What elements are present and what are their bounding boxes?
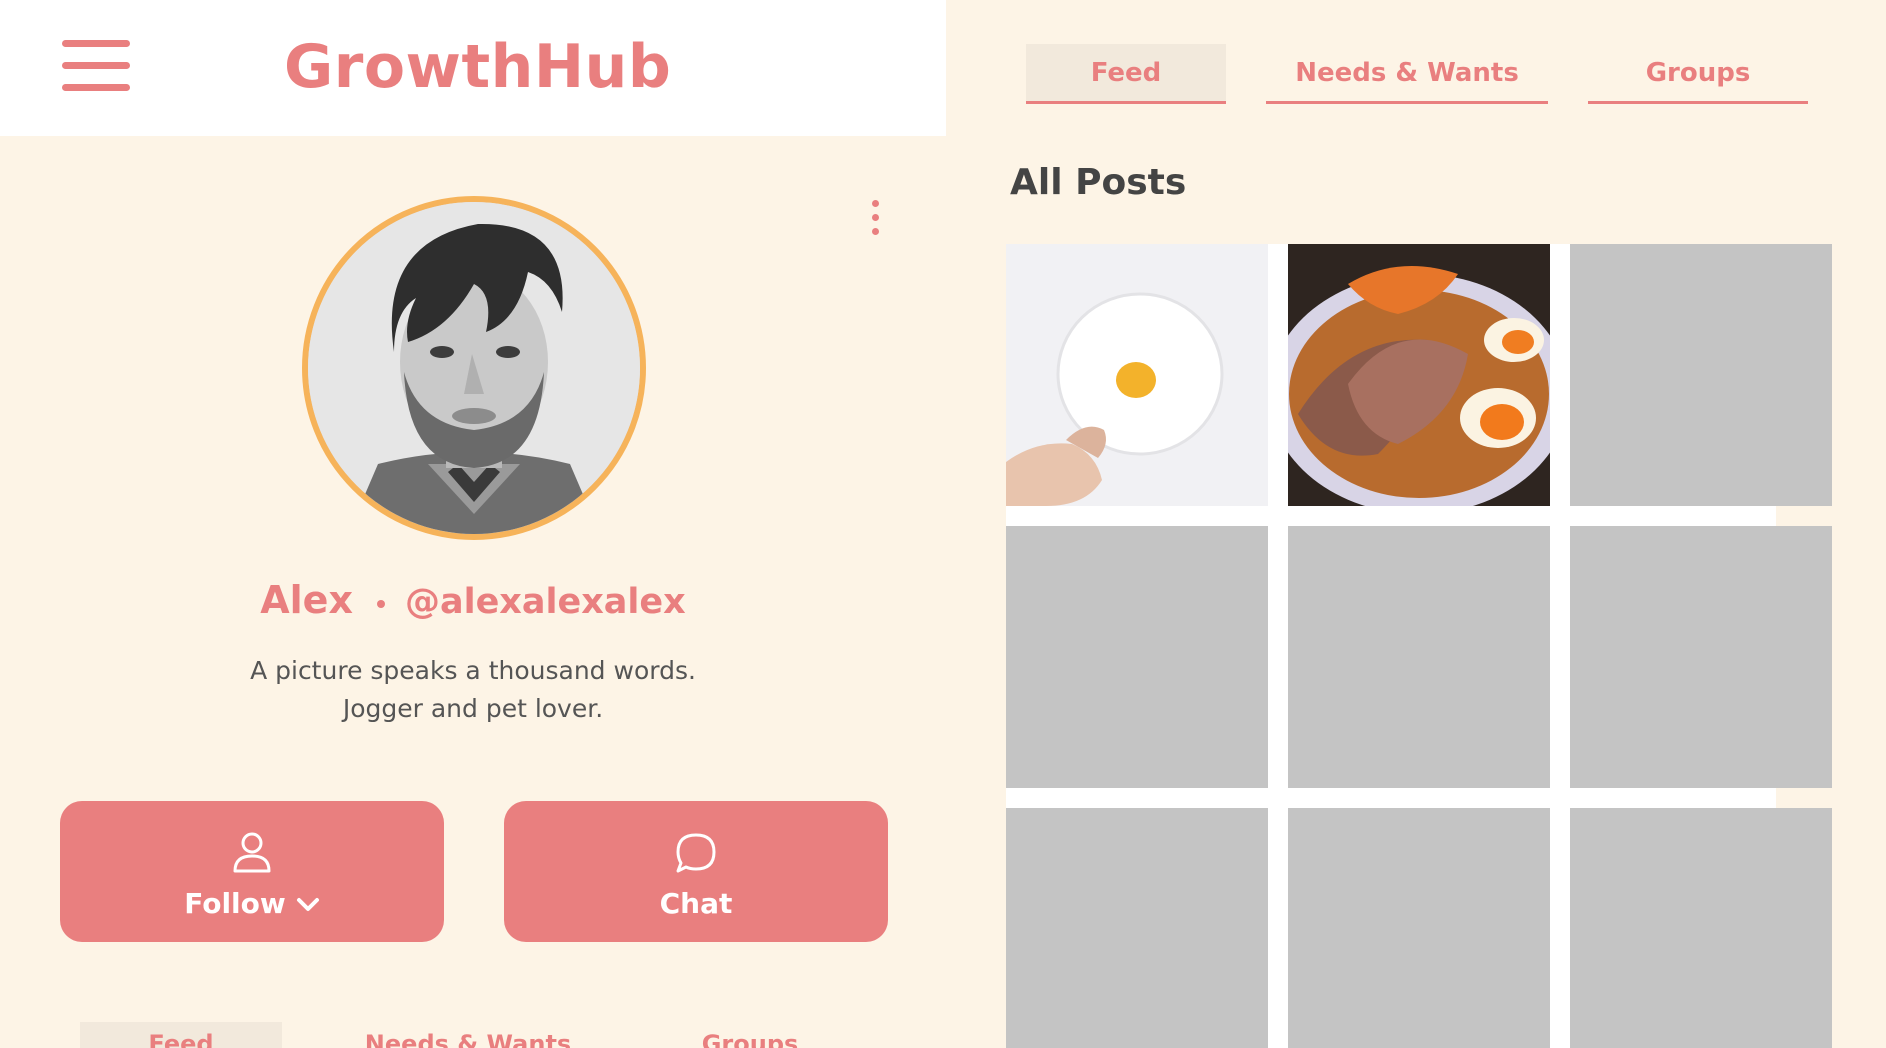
- tab-feed[interactable]: Feed: [1026, 44, 1226, 104]
- post-thumbnail-placeholder[interactable]: [1006, 808, 1268, 1048]
- bio-line: A picture speaks a thousand words.: [250, 656, 696, 685]
- post-thumbnail-placeholder[interactable]: [1570, 526, 1832, 788]
- tab-needs-wants-bottom[interactable]: Needs & Wants: [350, 1022, 586, 1048]
- all-posts-heading: All Posts: [1010, 162, 1187, 203]
- tab-feed-bottom[interactable]: Feed: [80, 1022, 282, 1048]
- post-thumbnail-egg[interactable]: [1006, 244, 1268, 506]
- follow-label: Follow: [184, 887, 286, 920]
- avatar: [302, 196, 646, 540]
- bio-line: Jogger and pet lover.: [342, 694, 604, 723]
- hamburger-menu-icon[interactable]: [62, 40, 130, 92]
- chat-button[interactable]: Chat: [504, 801, 888, 942]
- post-thumbnail-placeholder[interactable]: [1288, 808, 1550, 1048]
- post-thumbnail-placeholder[interactable]: [1006, 526, 1268, 788]
- user-photo-icon: [308, 202, 640, 534]
- post-thumbnail-placeholder[interactable]: [1288, 526, 1550, 788]
- post-thumbnail-placeholder[interactable]: [1570, 808, 1832, 1048]
- app-root: GrowthHub Alex @alexalexalex A picture s…: [0, 0, 1886, 1048]
- tab-groups[interactable]: Groups: [1588, 44, 1808, 104]
- profile-name: Alex: [260, 578, 353, 622]
- post-thumbnail-placeholder[interactable]: [1570, 244, 1832, 506]
- top-bar: GrowthHub: [0, 0, 946, 136]
- chevron-down-icon: [296, 887, 320, 920]
- separator-dot: [376, 600, 385, 608]
- post-thumbnail-ramen[interactable]: [1288, 244, 1550, 506]
- tab-groups-bottom[interactable]: Groups: [676, 1022, 824, 1048]
- profile-name-row: Alex @alexalexalex: [0, 578, 946, 622]
- more-options-icon[interactable]: [868, 198, 884, 240]
- egg-plate-photo-icon: [1006, 244, 1268, 506]
- chat-label: Chat: [659, 887, 733, 920]
- profile-panel: GrowthHub Alex @alexalexalex A picture s…: [0, 0, 946, 1048]
- profile-handle: @alexalexalex: [404, 582, 686, 622]
- profile-bio: A picture speaks a thousand words. Jogge…: [0, 652, 946, 728]
- chat-bubble-icon: [674, 831, 718, 879]
- follow-button[interactable]: Follow: [60, 801, 444, 942]
- tab-needs-wants[interactable]: Needs & Wants: [1266, 44, 1548, 104]
- app-title: GrowthHub: [284, 32, 672, 102]
- user-icon: [232, 831, 272, 877]
- posts-grid: [1006, 244, 1832, 1048]
- ramen-bowl-photo-icon: [1288, 244, 1550, 506]
- profile-tabs: Feed Needs & Wants Groups: [0, 1022, 946, 1048]
- posts-panel: Feed Needs & Wants Groups All Posts: [946, 0, 1886, 1048]
